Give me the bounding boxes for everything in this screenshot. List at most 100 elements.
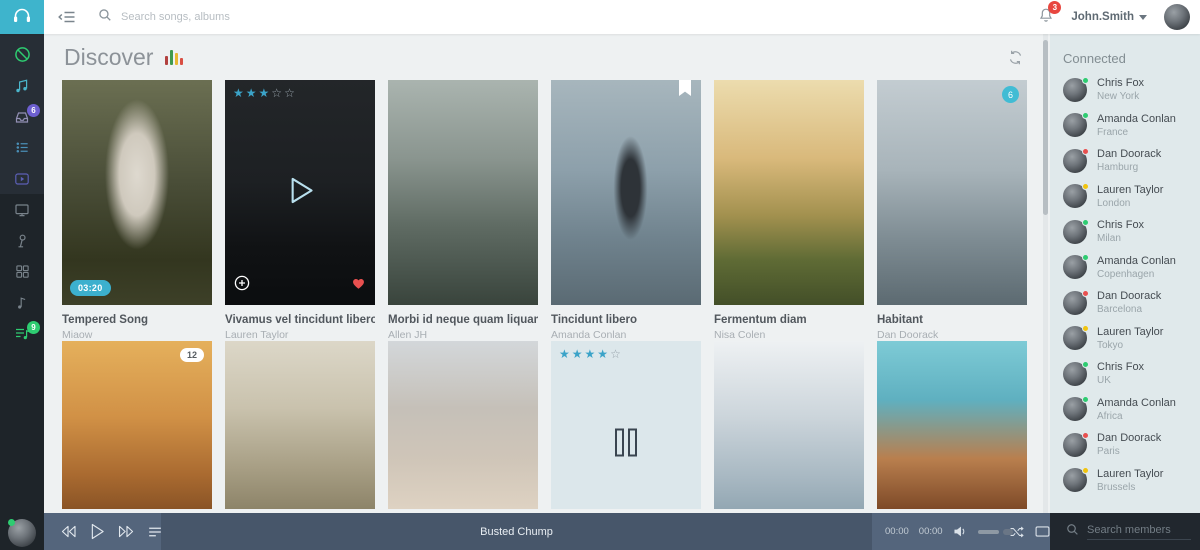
album-art-misty-forest-railway[interactable]	[388, 80, 538, 305]
member-item[interactable]: Lauren TaylorTokyo	[1050, 321, 1200, 357]
album-card[interactable]	[225, 341, 375, 509]
album-card[interactable]: Fermentum diamNisa Colen	[714, 80, 864, 341]
album-card[interactable]: 6 Habitant Dan Doorack	[877, 80, 1027, 341]
member-item[interactable]: Chris FoxMilan	[1050, 214, 1200, 250]
album-art-couple-warm[interactable]: 12	[62, 341, 212, 509]
queue-icon[interactable]	[148, 527, 162, 537]
album-card[interactable]: 03:20Tempered SongMiaow	[62, 80, 212, 341]
scrollbar-thumb[interactable]	[1043, 40, 1048, 215]
album-card[interactable]: Morbi id neque quam liquam sollicitudinA…	[388, 80, 538, 341]
member-item[interactable]: Chris FoxNew York	[1050, 72, 1200, 108]
member-item[interactable]: Dan DoorackHamburg	[1050, 143, 1200, 179]
search-input[interactable]	[121, 11, 421, 23]
album-art-sunset-hills[interactable]	[714, 80, 864, 305]
album-card[interactable]: Tincidunt libero Amanda Conlan	[551, 80, 701, 341]
sidebar-item-inbox[interactable]: 6	[0, 101, 44, 132]
next-track-icon[interactable]	[118, 525, 135, 538]
star-filled-icon[interactable]: ★	[585, 347, 598, 361]
member-item[interactable]: Dan DoorackBarcelona	[1050, 285, 1200, 321]
sidebar-item-grid[interactable]	[0, 256, 44, 287]
album-card[interactable]	[714, 341, 864, 509]
member-item[interactable]: Dan DoorackParis	[1050, 427, 1200, 463]
pause-overlay-icon[interactable]	[611, 427, 641, 464]
star-filled-icon[interactable]: ★	[246, 86, 259, 100]
member-search-input[interactable]	[1087, 524, 1191, 540]
track-title[interactable]: Tempered Song	[62, 314, 212, 326]
volume-slider[interactable]	[978, 530, 999, 534]
scrollbar[interactable]	[1043, 34, 1048, 513]
previous-track-icon[interactable]	[60, 525, 77, 538]
display-icon[interactable]	[1035, 526, 1050, 537]
add-icon[interactable]	[234, 275, 250, 296]
member-name: Dan Doorack	[1097, 290, 1161, 302]
play-icon[interactable]	[90, 523, 105, 540]
member-item[interactable]: Chris FoxUK	[1050, 356, 1200, 392]
track-title[interactable]: Habitant	[877, 314, 1027, 326]
album-art-railway-perspective[interactable]	[225, 341, 375, 509]
album-art-plain-light[interactable]: ★★★★☆	[551, 341, 701, 509]
sidebar-item-music-notes[interactable]	[0, 70, 44, 101]
bookmark-icon[interactable]	[679, 80, 691, 101]
now-playing-title: Busted Chump	[424, 513, 609, 550]
member-avatar	[1063, 291, 1087, 315]
track-artist: Amanda Conlan	[551, 329, 701, 341]
member-avatar	[1063, 149, 1087, 173]
member-item[interactable]: Amanda ConlanFrance	[1050, 108, 1200, 144]
refresh-icon[interactable]	[1007, 49, 1024, 71]
member-item[interactable]: Lauren TaylorLondon	[1050, 179, 1200, 215]
album-card[interactable]: ★★★★☆	[551, 341, 701, 509]
menu-toggle-icon[interactable]	[58, 10, 76, 24]
sidebar-item-video-play[interactable]	[0, 163, 44, 194]
rating-stars[interactable]: ★★★☆☆	[233, 86, 297, 100]
album-card[interactable]: ★★★☆☆Vivamus vel tincidunt liberoLauren …	[225, 80, 375, 341]
member-status-dot	[1082, 183, 1089, 190]
album-card[interactable]	[388, 341, 538, 509]
track-artist: Dan Doorack	[877, 329, 1027, 341]
member-text: Chris FoxUK	[1097, 361, 1144, 386]
heart-icon[interactable]	[351, 276, 366, 296]
member-item[interactable]: Amanda ConlanAfrica	[1050, 392, 1200, 428]
app-logo[interactable]	[0, 0, 44, 34]
sidebar-item-circle-slash[interactable]	[0, 39, 44, 70]
member-item[interactable]: Amanda ConlanCopenhagen	[1050, 250, 1200, 286]
track-title[interactable]: Vivamus vel tincidunt libero	[225, 314, 375, 326]
star-filled-icon[interactable]: ★	[259, 86, 272, 100]
user-avatar[interactable]	[1164, 4, 1190, 30]
notifications-button[interactable]: 3	[1038, 7, 1054, 28]
user-name-label: John.Smith	[1071, 11, 1134, 23]
sidebar-item-mic[interactable]	[0, 225, 44, 256]
album-art-man-by-lake[interactable]	[551, 80, 701, 305]
rating-stars[interactable]: ★★★★☆	[559, 347, 623, 361]
album-art-night-city[interactable]: ★★★☆☆	[225, 80, 375, 305]
sidebar-item-list[interactable]	[0, 132, 44, 163]
volume-slider-thumb[interactable]	[1003, 529, 1013, 535]
album-art-man-palm-trees[interactable]	[877, 341, 1027, 509]
album-art-clouds-sky[interactable]	[714, 341, 864, 509]
album-card[interactable]: 12	[62, 341, 212, 509]
album-art-woman-sunglasses[interactable]	[388, 341, 538, 509]
user-menu[interactable]: John.Smith	[1071, 11, 1147, 23]
album-art-snow-mountain[interactable]: 6	[877, 80, 1027, 305]
star-empty-icon[interactable]: ☆	[284, 86, 297, 100]
member-text: Amanda ConlanFrance	[1097, 113, 1176, 138]
member-item[interactable]: Lauren TaylorBrussels	[1050, 463, 1200, 499]
star-filled-icon[interactable]: ★	[559, 347, 572, 361]
sidebar-item-monitor[interactable]	[0, 194, 44, 225]
star-empty-icon[interactable]: ☆	[271, 86, 284, 100]
track-title[interactable]: Fermentum diam	[714, 314, 864, 326]
track-title[interactable]: Tincidunt libero	[551, 314, 701, 326]
star-filled-icon[interactable]: ★	[572, 347, 585, 361]
star-filled-icon[interactable]: ★	[597, 347, 610, 361]
sidebar-profile[interactable]	[8, 519, 36, 547]
member-avatar	[1063, 184, 1087, 208]
album-art-woman-white-dress[interactable]: 03:20	[62, 80, 212, 305]
play-overlay-icon[interactable]	[279, 169, 321, 216]
star-filled-icon[interactable]: ★	[233, 86, 246, 100]
volume-icon[interactable]	[953, 525, 968, 538]
sidebar-item-music-note[interactable]	[0, 287, 44, 318]
member-text: Lauren TaylorTokyo	[1097, 326, 1163, 351]
album-card[interactable]	[877, 341, 1027, 509]
track-title[interactable]: Morbi id neque quam liquam sollicitudin	[388, 314, 538, 326]
star-empty-icon[interactable]: ☆	[610, 347, 623, 361]
sidebar-item-playlist[interactable]: 9	[0, 318, 44, 349]
